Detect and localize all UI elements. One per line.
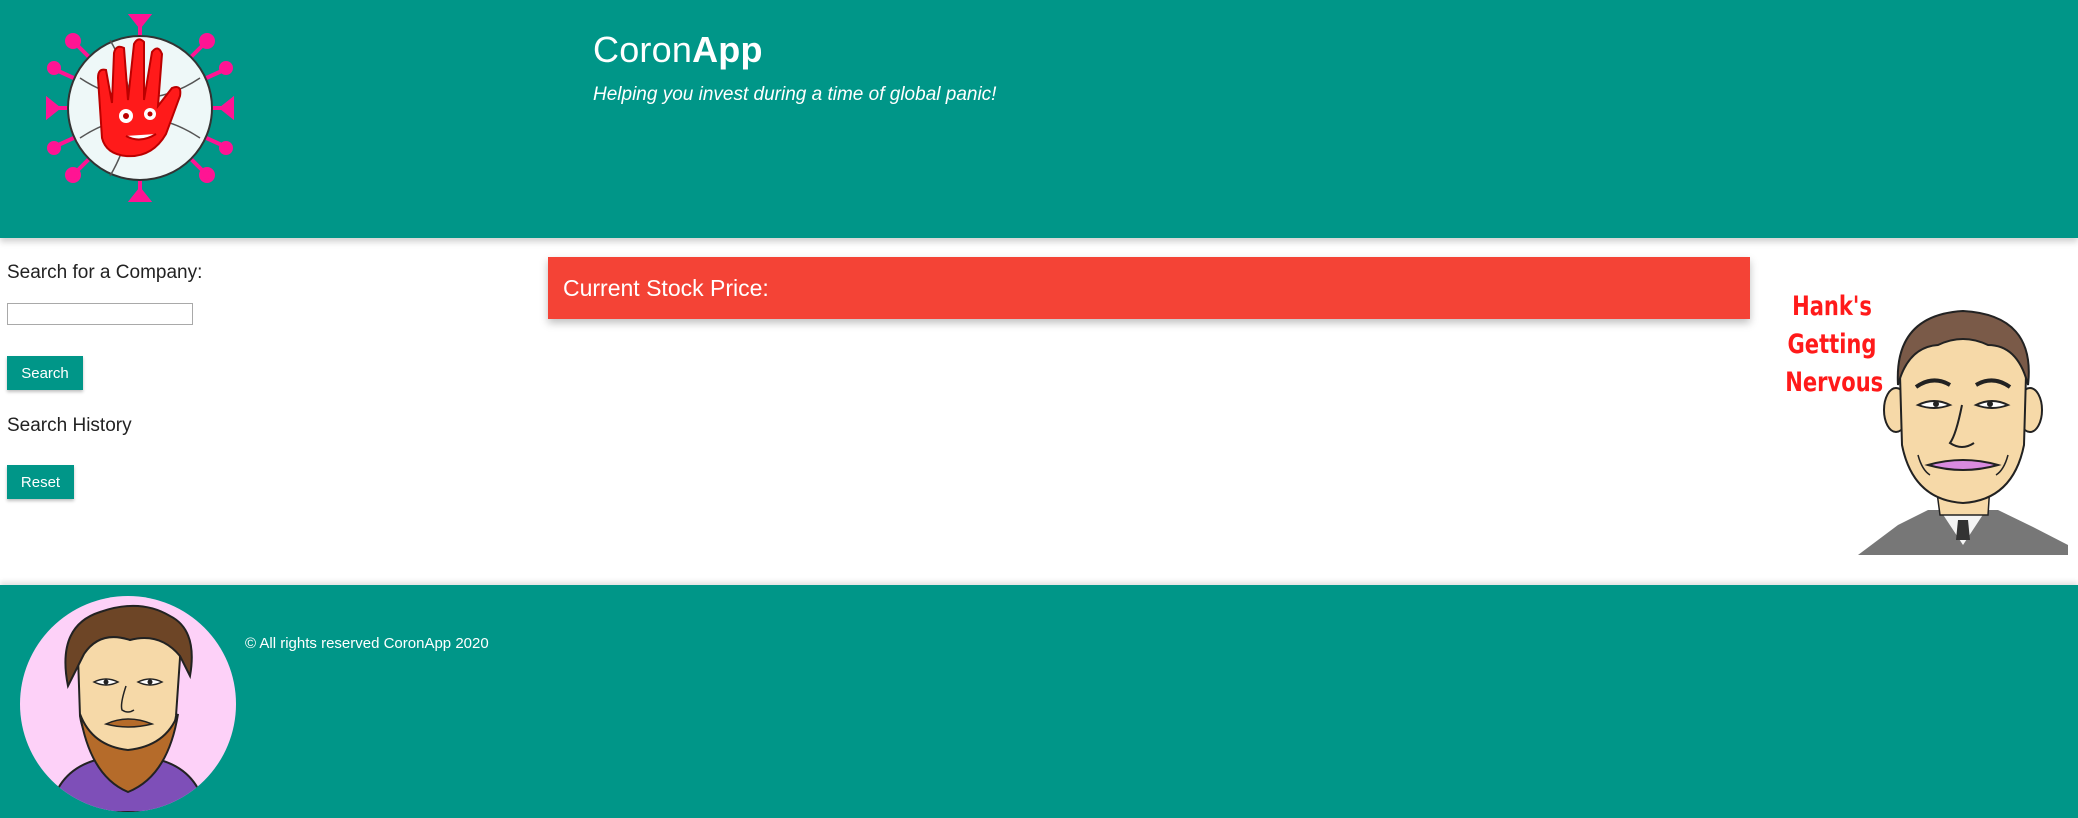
current-stock-price-label: Current Stock Price: — [563, 274, 769, 301]
search-button[interactable]: Search — [7, 356, 83, 390]
virus-volleyball-logo-icon — [46, 14, 234, 202]
app-title-bold: App — [692, 29, 763, 70]
footer: © All rights reserved CoronApp 2020 — [0, 585, 2078, 818]
header: CoronApp Helping you invest during a tim… — [0, 0, 2078, 238]
bearded-man-avatar-icon — [20, 596, 236, 812]
reset-button[interactable]: Reset — [7, 465, 74, 499]
tagline: Helping you invest during a time of glob… — [593, 84, 997, 105]
search-label: Search for a Company: — [7, 262, 203, 283]
copyright-text: © All rights reserved CoronApp 2020 — [245, 635, 489, 652]
current-stock-price-panel: Current Stock Price: — [548, 257, 1750, 319]
hank-cartoon-icon — [1858, 309, 2068, 555]
company-search-input[interactable] — [7, 303, 193, 325]
search-history-label: Search History — [7, 415, 132, 436]
app-title: CoronApp — [593, 26, 763, 74]
app-title-light: Coron — [593, 29, 693, 70]
